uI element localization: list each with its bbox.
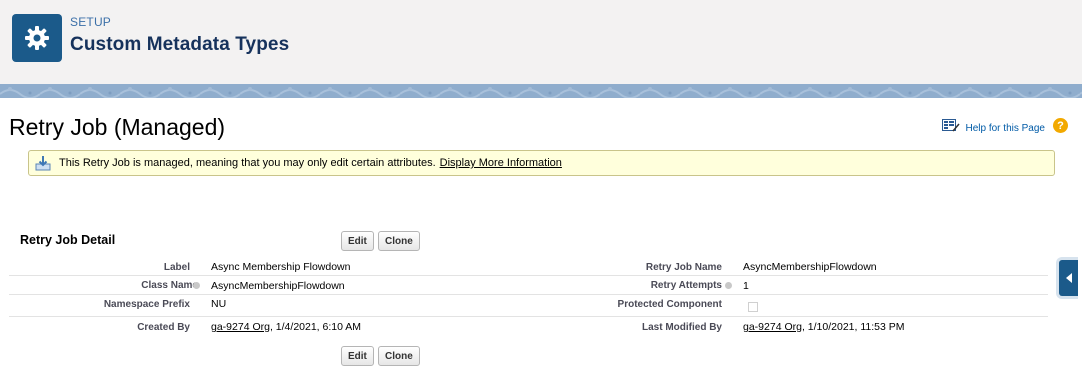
download-tray-icon bbox=[35, 156, 51, 171]
last-modified-by-label: Last Modified By bbox=[641, 322, 722, 333]
label-field-value: Async Membership Flowdown bbox=[211, 261, 351, 273]
detail-section-title: Retry Job Detail bbox=[20, 233, 116, 247]
decorative-band bbox=[0, 84, 1082, 98]
retry-attempts-value: 1 bbox=[743, 280, 749, 292]
last-modified-by-value: ga-9274 Org, 1/10/2021, 11:53 PM bbox=[743, 321, 905, 333]
display-more-information-link[interactable]: Display More Information bbox=[440, 157, 562, 169]
last-modified-by-user-link[interactable]: ga-9274 Org bbox=[743, 321, 802, 333]
retry-job-name-label: Retry Job Name bbox=[645, 262, 722, 273]
clone-button-top[interactable]: Clone bbox=[378, 231, 420, 251]
edit-button-bottom[interactable]: Edit bbox=[341, 346, 374, 366]
caret-left-icon bbox=[1065, 273, 1072, 283]
page-title: Retry Job (Managed) bbox=[9, 114, 226, 140]
managed-info-banner: This Retry Job is managed, meaning that … bbox=[28, 150, 1055, 176]
help-area: Help for this Page ? bbox=[941, 117, 1068, 134]
class-name-label: Class Name bbox=[141, 280, 198, 291]
label-field-label: Label bbox=[163, 262, 190, 273]
help-for-page-link[interactable]: Help for this Page bbox=[966, 123, 1046, 134]
page-header-title: Custom Metadata Types bbox=[70, 34, 290, 55]
class-name-value: AsyncMembershipFlowdown bbox=[211, 280, 345, 292]
protected-component-label: Protected Component bbox=[617, 299, 722, 310]
clone-button-bottom[interactable]: Clone bbox=[378, 346, 420, 366]
edit-button-top[interactable]: Edit bbox=[341, 231, 374, 251]
help-info-icon[interactable] bbox=[725, 282, 732, 289]
created-by-date: , 1/4/2021, 6:10 AM bbox=[269, 321, 362, 333]
created-by-value: ga-9274 Org, 1/4/2021, 6:10 AM bbox=[211, 321, 361, 333]
setup-section-label[interactable]: SETUP bbox=[70, 15, 111, 29]
retry-attempts-label: Retry Attempts bbox=[650, 280, 722, 291]
help-grid-icon[interactable] bbox=[941, 118, 960, 133]
banner-text: This Retry Job is managed, meaning that … bbox=[59, 157, 436, 169]
retry-job-name-value: AsyncMembershipFlowdown bbox=[743, 261, 877, 273]
last-modified-by-date: , 1/10/2021, 11:53 PM bbox=[801, 321, 905, 333]
gear-icon bbox=[12, 14, 62, 62]
help-info-icon[interactable] bbox=[193, 282, 200, 289]
namespace-prefix-value: NU bbox=[211, 298, 227, 310]
side-panel-toggle[interactable] bbox=[1056, 257, 1078, 299]
created-by-label: Created By bbox=[137, 322, 190, 333]
namespace-prefix-label: Namespace Prefix bbox=[103, 299, 190, 310]
protected-component-checkbox bbox=[748, 302, 758, 312]
created-by-user-link[interactable]: ga-9274 Org bbox=[211, 321, 270, 333]
question-mark-icon[interactable]: ? bbox=[1053, 118, 1068, 133]
setup-header: SETUP Custom Metadata Types bbox=[0, 0, 1082, 86]
